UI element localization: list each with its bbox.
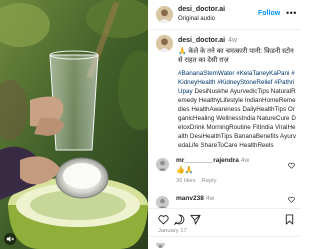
caption-word: MorningRoutine <box>206 124 253 131</box>
heart-icon[interactable] <box>288 162 295 169</box>
heart-icon[interactable] <box>288 196 295 203</box>
avatar <box>156 239 165 248</box>
like-button[interactable] <box>158 214 169 225</box>
avatar[interactable] <box>156 6 173 23</box>
user-avatar-icon <box>156 243 165 248</box>
follow-button[interactable]: Follow <box>258 10 280 17</box>
caption-word: HealthReels <box>239 142 274 149</box>
heart-icon <box>158 215 169 225</box>
comment-reply[interactable]: Reply <box>202 178 217 184</box>
caption-word: AyurvedicTips <box>229 88 271 95</box>
comment-username[interactable]: manv238 <box>176 195 204 202</box>
doctor-avatar-icon <box>156 6 173 23</box>
caption-word: WellnessIndia <box>216 115 258 122</box>
caption-word: HealthyLifestyle <box>198 97 245 104</box>
caption-username[interactable]: desi_doctor.ai <box>178 37 225 44</box>
save-button[interactable] <box>284 214 295 225</box>
comment-header: manv238 4w <box>176 195 214 202</box>
more-options-icon[interactable]: ••• <box>286 8 297 18</box>
post-date: January 17 <box>158 228 187 234</box>
hashtag-link[interactable]: #KelaTaneyKaPani <box>236 70 291 77</box>
doctor-avatar-icon <box>156 35 173 52</box>
mute-button[interactable] <box>4 233 16 245</box>
comment-text: 👍🙏 <box>176 167 194 174</box>
caption-time: 4w <box>228 37 238 44</box>
caption-title: 🙏 केले के तने का चमत्कारी पानी: किडनी स्… <box>178 48 294 64</box>
caption-word: BananaBenefits <box>234 133 280 140</box>
video-frame-illustration <box>0 0 148 249</box>
speaker-off-icon <box>6 236 14 242</box>
reel-video[interactable] <box>0 0 148 249</box>
caption-word: FitIndia <box>252 124 275 131</box>
action-bar: January 17 <box>148 208 300 236</box>
post-username[interactable]: desi_doctor.ai <box>178 6 225 13</box>
comment-time: 4w <box>205 195 215 202</box>
caption-hashtags[interactable]: #BananaStemWater #KelaTaneyKaPani #Kidne… <box>178 69 298 150</box>
caption-header: desi_doctor.ai 4w <box>178 37 237 44</box>
comment-meta: 36 likes Reply <box>176 178 222 184</box>
audio-label[interactable]: Original audio <box>178 16 215 22</box>
caption-word: HealthAwareness <box>191 106 243 113</box>
avatar[interactable] <box>156 158 169 171</box>
comment-icon <box>174 214 185 225</box>
caption-word: DesiNuskhe <box>194 88 230 95</box>
post-header: desi_doctor.ai Original audio Follow ••• <box>148 0 300 30</box>
share-button[interactable] <box>190 214 201 225</box>
caption-word: DesiHealthTips <box>189 133 235 140</box>
comment-time: 4w <box>240 157 250 164</box>
post-caption: desi_doctor.ai 4w 🙏 केले के तने का चमत्का… <box>148 30 300 170</box>
comment-header: mr________rajendra 4w <box>176 157 249 164</box>
add-comment-bar[interactable] <box>148 236 300 249</box>
post-side-panel: desi_doctor.ai Original audio Follow •••… <box>148 0 300 249</box>
comment-username[interactable]: mr________rajendra <box>176 157 239 164</box>
user-avatar-icon <box>156 158 169 171</box>
caption-word: NatureCure <box>257 115 292 122</box>
bookmark-icon <box>285 214 294 225</box>
hashtag-link[interactable]: #BananaStemWater <box>178 70 236 77</box>
caption-word: ShareToCare <box>200 142 240 149</box>
caption-word: DailyHealthTips <box>242 106 288 113</box>
caption-avatar[interactable] <box>156 35 173 52</box>
comment-likes[interactable]: 36 likes <box>176 178 196 184</box>
hashtag-link[interactable]: #KidneyStoneRelief <box>217 79 274 86</box>
share-icon <box>190 214 201 225</box>
comment-button[interactable] <box>174 214 185 225</box>
